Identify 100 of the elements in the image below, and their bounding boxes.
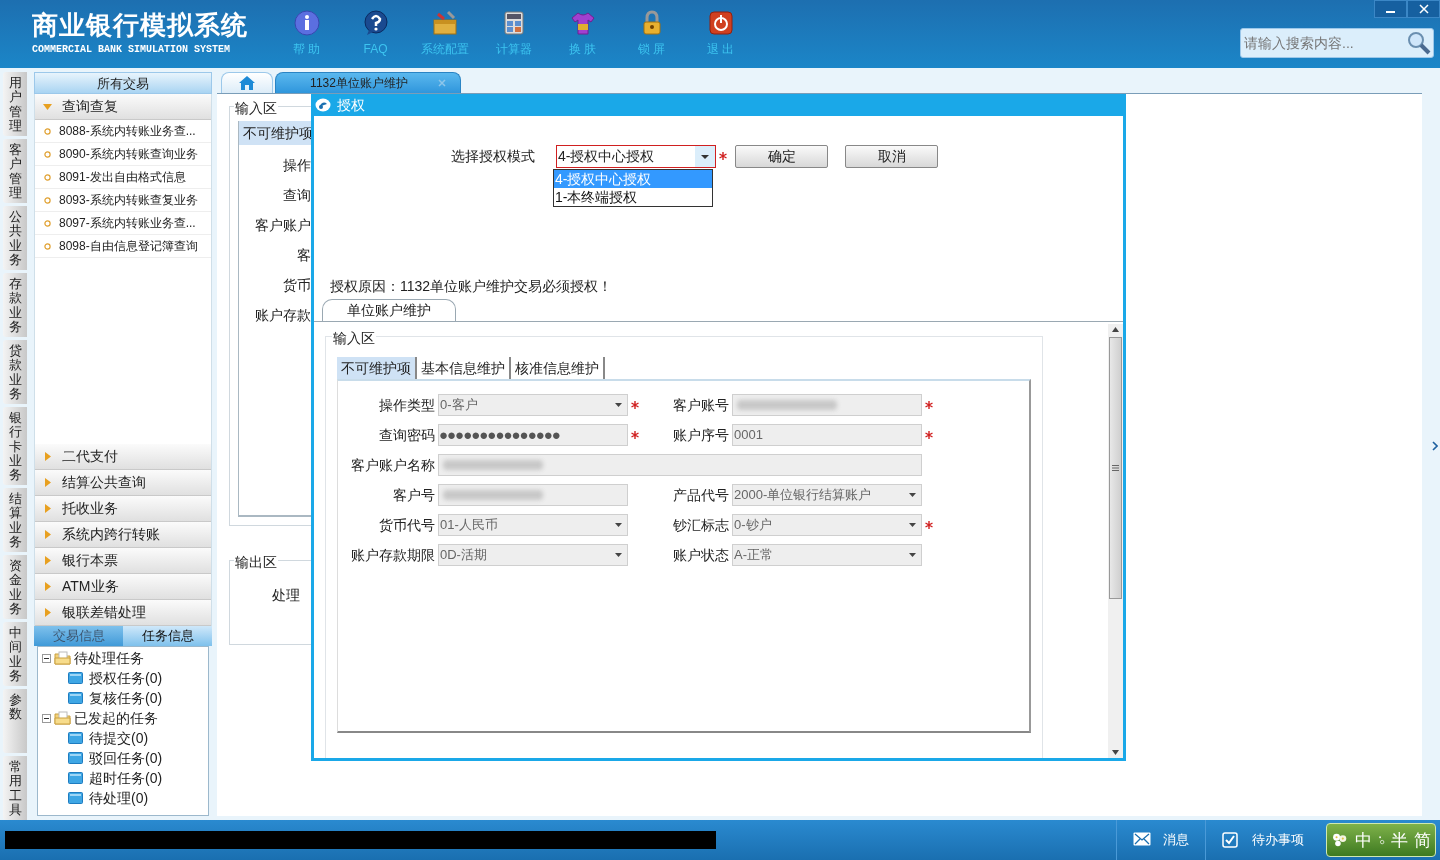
- menu-group[interactable]: 系统内跨行转账: [35, 522, 211, 548]
- field-label: 账户状态: [672, 545, 730, 565]
- tree-node[interactable]: 超时任务(0): [42, 768, 208, 788]
- tree-node[interactable]: 复核任务(0): [42, 688, 208, 708]
- form-tab[interactable]: 不可维护项: [337, 357, 417, 379]
- panel-tab[interactable]: 任务信息: [123, 626, 212, 646]
- list-icon: [68, 732, 83, 744]
- panel-header: 所有交易: [34, 72, 212, 94]
- collapse-toggle-icon[interactable]: [42, 653, 51, 663]
- menu-group[interactable]: 银行本票: [35, 548, 211, 574]
- input-field[interactable]: ●●●●●●●●●●●●●●●: [438, 424, 628, 446]
- side-tab[interactable]: 结算业务: [3, 488, 27, 552]
- menu-group[interactable]: 二代支付: [35, 444, 211, 470]
- mode-select[interactable]: 4-授权中心授权: [556, 144, 716, 168]
- section-legend: 输入区: [332, 328, 376, 349]
- tree-label: 已发起的任务: [74, 708, 158, 728]
- scrollbar-thumb[interactable]: [1109, 337, 1122, 599]
- bullet-icon: [44, 173, 51, 181]
- side-tab[interactable]: 银行卡业务: [3, 407, 27, 485]
- menu-item[interactable]: 8091-发出自由格式信息: [35, 166, 211, 189]
- cancel-button[interactable]: 取消: [845, 144, 938, 168]
- bullet-icon: [44, 219, 51, 227]
- close-button[interactable]: [1407, 0, 1440, 18]
- page-tab[interactable]: 1132单位账户维护: [275, 72, 461, 93]
- caret-icon: [43, 608, 52, 617]
- input-field[interactable]: 0001: [732, 424, 922, 446]
- home-icon: [238, 75, 256, 91]
- select-field[interactable]: 0-钞户: [732, 514, 922, 536]
- side-tab[interactable]: 中间业务: [3, 622, 27, 686]
- blurred-field[interactable]: [438, 484, 628, 506]
- side-tab[interactable]: 参数: [3, 689, 27, 753]
- status-button[interactable]: 待办事项: [1205, 820, 1320, 860]
- tree-node[interactable]: 待处理任务: [42, 648, 208, 668]
- caret-icon: [43, 478, 52, 487]
- chevron-icon: [1432, 441, 1438, 451]
- scrollbar[interactable]: [1108, 324, 1123, 758]
- tree-node[interactable]: 待处理(0): [42, 788, 208, 808]
- side-tab[interactable]: 客户管理: [3, 139, 27, 203]
- minimize-icon: [1386, 11, 1395, 13]
- select-field[interactable]: A-正常: [732, 544, 922, 566]
- menu-group[interactable]: 查询查复: [35, 94, 211, 120]
- menu-item[interactable]: 8090-系统内转账查询业务: [35, 143, 211, 166]
- blurred-field[interactable]: [438, 454, 922, 476]
- caret-icon: [43, 582, 52, 591]
- select-field[interactable]: 0-客户: [438, 394, 628, 416]
- scroll-up-icon[interactable]: [1112, 327, 1119, 332]
- menu-item[interactable]: 8097-系统内转账业务查...: [35, 212, 211, 235]
- side-tab[interactable]: 公共业务: [3, 206, 27, 270]
- scroll-down-icon[interactable]: [1112, 750, 1119, 755]
- side-tab[interactable]: 存款业务: [3, 273, 27, 337]
- list-icon: [68, 672, 83, 684]
- menu-group[interactable]: 托收业务: [35, 496, 211, 522]
- field-label: 操作类型: [378, 395, 436, 415]
- search-field[interactable]: 请输入搜索内容...: [1240, 28, 1434, 58]
- form-tab[interactable]: 不可维护项: [239, 121, 313, 145]
- side-tab[interactable]: 贷款业务: [3, 340, 27, 404]
- toolbox-icon: [431, 10, 458, 36]
- dropdown-option[interactable]: 1-本终端授权: [554, 188, 712, 206]
- select-field[interactable]: 2000-单位银行结算账户: [732, 484, 922, 506]
- section-legend: 输入区: [234, 98, 278, 119]
- collapse-toggle-icon[interactable]: [42, 713, 51, 723]
- field-label: 客: [297, 246, 311, 265]
- caret-icon: [43, 556, 52, 565]
- confirm-button[interactable]: 确定: [735, 144, 828, 168]
- side-tab[interactable]: 用户管理: [3, 72, 27, 136]
- punctuation-icon[interactable]: [1378, 833, 1385, 847]
- tree-node[interactable]: 待提交(0): [42, 728, 208, 748]
- tree-node[interactable]: 驳回任务(0): [42, 748, 208, 768]
- tree-label: 超时任务(0): [89, 768, 163, 788]
- blurred-field[interactable]: [732, 394, 922, 416]
- field-label: 账户存款: [255, 306, 311, 325]
- minimize-button[interactable]: [1374, 0, 1407, 18]
- shirt-icon: [569, 10, 596, 36]
- tree-label: 授权任务(0): [89, 668, 163, 688]
- app-subtitle: COMMERCIAL BANK SIMULATION SYSTEM: [32, 43, 232, 57]
- list-icon: [68, 792, 83, 804]
- status-button[interactable]: 消息: [1116, 820, 1205, 860]
- folder-icon: [54, 711, 71, 725]
- field-label: 货币: [283, 276, 311, 295]
- menu-item[interactable]: 8093-系统内转账查复业务: [35, 189, 211, 212]
- menu-group[interactable]: ATM业务: [35, 574, 211, 600]
- menu-item[interactable]: 8098-自由信息登记簿查询: [35, 235, 211, 258]
- menu-item[interactable]: 8088-系统内转账业务查...: [35, 120, 211, 143]
- home-tab[interactable]: [221, 72, 273, 93]
- question-icon: [362, 10, 389, 36]
- tree-node[interactable]: 授权任务(0): [42, 668, 208, 688]
- field-label: 客户账户: [255, 216, 311, 235]
- list-icon: [68, 692, 83, 704]
- select-field[interactable]: 0D-活期: [438, 544, 628, 566]
- form-tab[interactable]: 单位账户维护: [322, 299, 456, 321]
- menu-group[interactable]: 结算公共查询: [35, 470, 211, 496]
- app-icon: [315, 98, 331, 112]
- select-field[interactable]: 01-人民币: [438, 514, 628, 536]
- side-tab[interactable]: 资金业务: [3, 555, 27, 619]
- tree-node[interactable]: 已发起的任务: [42, 708, 208, 728]
- search-icon[interactable]: [1407, 31, 1431, 55]
- field-label: 货币代号: [378, 515, 436, 535]
- side-tab[interactable]: 常用工具: [3, 756, 27, 820]
- list-icon: [68, 772, 83, 784]
- menu-group[interactable]: 银联差错处理: [35, 600, 211, 626]
